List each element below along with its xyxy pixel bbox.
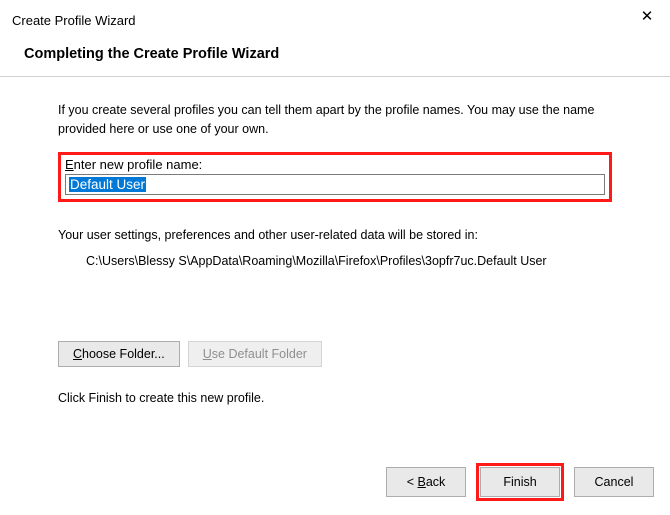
finish-button[interactable]: Finish — [480, 467, 560, 497]
page-title: Completing the Create Profile Wizard — [0, 40, 670, 76]
profile-name-label: Enter new profile name: — [65, 157, 605, 172]
storage-intro: Your user settings, preferences and othe… — [58, 228, 612, 242]
profile-name-input[interactable]: Default User — [65, 174, 605, 195]
use-default-folder-button: Use Default Folder — [188, 341, 322, 367]
choose-folder-button[interactable]: Choose Folder... — [58, 341, 180, 367]
close-button[interactable]: ✕ — [624, 0, 670, 32]
profile-name-highlight: Enter new profile name: Default User — [58, 152, 612, 202]
divider — [0, 76, 670, 77]
storage-path: C:\Users\Blessy S\AppData\Roaming\Mozill… — [58, 252, 612, 271]
finish-hint: Click Finish to create this new profile. — [58, 391, 612, 405]
content-area: If you create several profiles you can t… — [0, 101, 670, 405]
footer-buttons: < Back Finish Cancel — [386, 463, 654, 501]
cancel-button[interactable]: Cancel — [574, 467, 654, 497]
intro-text: If you create several profiles you can t… — [58, 101, 612, 140]
back-button[interactable]: < Back — [386, 467, 466, 497]
close-icon: ✕ — [641, 7, 654, 25]
finish-highlight: Finish — [476, 463, 564, 501]
profile-name-value: Default User — [69, 177, 146, 192]
titlebar: Create Profile Wizard ✕ — [0, 0, 670, 40]
folder-buttons-row: Choose Folder... Use Default Folder — [58, 341, 612, 367]
window-title: Create Profile Wizard — [12, 13, 136, 28]
